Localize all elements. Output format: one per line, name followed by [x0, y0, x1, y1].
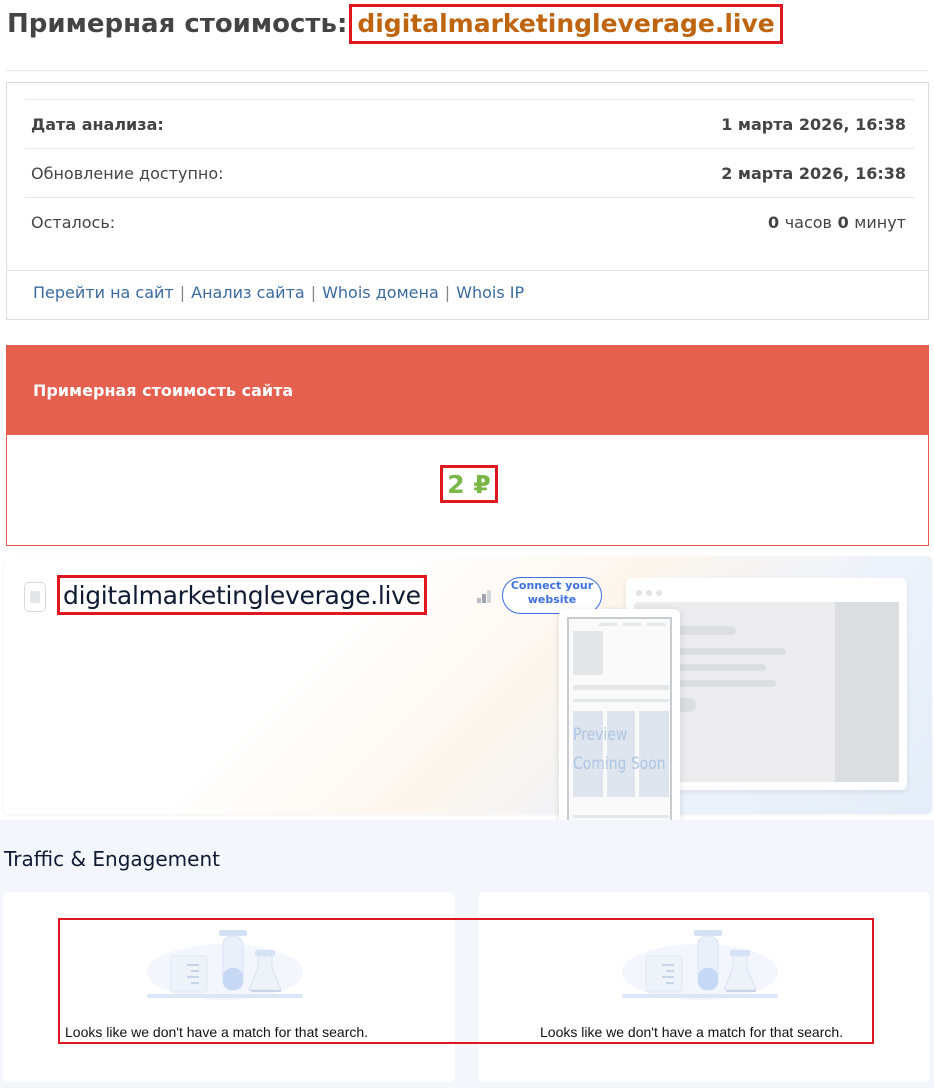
- preview-line-2: Coming Soon: [573, 754, 666, 774]
- lab-flasks-icon: [622, 930, 778, 1000]
- lab-flasks-icon: [147, 930, 303, 1000]
- remaining-hours-unit: часов: [784, 212, 832, 232]
- site-domain-title: digitalmarketingleverage.live: [57, 575, 427, 615]
- empty-state-message: Looks like we don't have a match for tha…: [65, 1024, 369, 1040]
- remaining-minutes: 0: [837, 212, 849, 232]
- analysis-date-row: Дата анализа: 1 марта 2026, 16:38: [25, 99, 914, 148]
- update-available-row: Обновление доступно: 2 марта 2026, 16:38: [25, 148, 914, 197]
- link-ip-whois[interactable]: Whois IP: [456, 283, 524, 302]
- traffic-empty-card: Looks like we don't have a match for tha…: [3, 892, 455, 1082]
- link-site-analysis[interactable]: Анализ сайта: [191, 283, 305, 302]
- remaining-minutes-unit: минут: [854, 212, 906, 232]
- remaining-hours: 0: [767, 212, 780, 232]
- remaining-time-label: Осталось:: [31, 212, 116, 232]
- site-overview-card: digitalmarketingleverage.live Connect yo…: [4, 556, 932, 836]
- update-available-label: Обновление доступно:: [31, 163, 224, 183]
- update-available-value: 2 марта 2026, 16:38: [721, 163, 906, 183]
- traffic-empty-card: Looks like we don't have a match for tha…: [478, 892, 930, 1082]
- page-title-domain: digitalmarketingleverage.live: [349, 4, 783, 44]
- mobile-preview: Preview Coming Soon: [559, 609, 680, 836]
- analysis-date-value: 1 марта 2026, 16:38: [721, 114, 906, 134]
- analysis-date-label: Дата анализа:: [31, 114, 164, 134]
- link-separator: |: [444, 283, 451, 302]
- remaining-time-value: 0 часов 0 минут: [768, 213, 906, 232]
- remaining-time-row: Осталось: 0 часов 0 минут: [25, 197, 914, 246]
- preview-placeholder-text: Preview Coming Soon: [573, 721, 666, 779]
- links-divider: [7, 270, 928, 271]
- valuation-panel: Примерная стоимость сайта 2 ₽: [6, 345, 929, 546]
- bar-chart-icon: [477, 590, 491, 603]
- link-separator: |: [310, 283, 317, 302]
- valuation-header: Примерная стоимость сайта: [7, 346, 928, 435]
- link-separator: |: [179, 283, 186, 302]
- page-icon: [24, 582, 46, 612]
- link-go-to-site[interactable]: Перейти на сайт: [33, 283, 174, 302]
- traffic-section-title: Traffic & Engagement: [4, 847, 220, 871]
- page-title-prefix: Примерная стоимость:: [7, 9, 348, 39]
- site-links: Перейти на сайт | Анализ сайта | Whois домен…: [33, 283, 524, 302]
- page-title: Примерная стоимость: digitalmarketinglev…: [7, 4, 783, 44]
- valuation-amount: 2 ₽: [440, 465, 498, 503]
- title-divider: [6, 70, 928, 71]
- empty-state-message: Looks like we don't have a match for tha…: [540, 1024, 844, 1040]
- analysis-info-panel: Дата анализа: 1 марта 2026, 16:38 Обновл…: [6, 82, 929, 320]
- link-domain-whois[interactable]: Whois домена: [322, 283, 439, 302]
- preview-line-1: Preview: [573, 725, 628, 745]
